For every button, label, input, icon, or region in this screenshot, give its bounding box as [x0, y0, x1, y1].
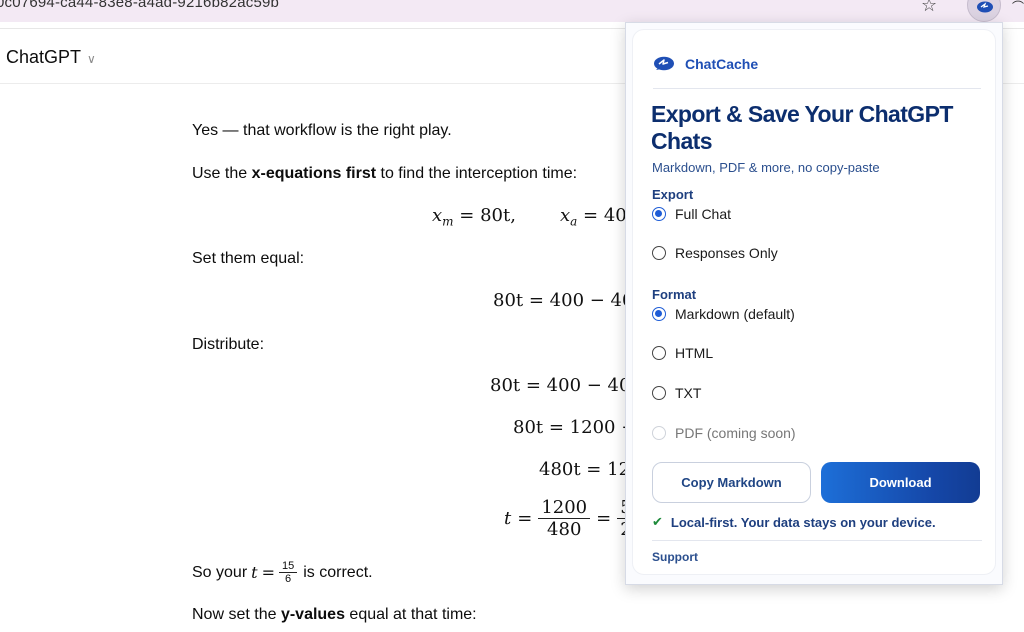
- equation-xm: xm = 80t,: [432, 205, 516, 229]
- radio-button[interactable]: [652, 386, 666, 400]
- brand-name: ChatCache: [685, 56, 759, 72]
- checkmark-icon: ✔: [652, 514, 663, 529]
- divider: [653, 88, 981, 89]
- download-button[interactable]: Download: [821, 462, 980, 503]
- radio-label: PDF (coming soon): [675, 425, 796, 441]
- popup-subtitle: Markdown, PDF & more, no copy-paste: [652, 160, 880, 175]
- text-span: Now set the: [192, 606, 281, 623]
- url-text[interactable]: 0c07694-ca44-83e8-a4ad-9216b82ac59b: [0, 0, 279, 11]
- radio-label: Responses Only: [675, 245, 778, 261]
- support-link[interactable]: Support: [652, 550, 698, 564]
- radio-button[interactable]: [652, 246, 666, 260]
- brand-row: ChatCache: [653, 56, 758, 72]
- model-picker[interactable]: ChatGPT ∨: [6, 47, 96, 68]
- text-span: So your: [192, 563, 248, 581]
- numerator: 15: [278, 560, 298, 573]
- profile-icon[interactable]: ⌒: [1012, 0, 1024, 15]
- radio-markdown[interactable]: Markdown (default): [652, 306, 795, 322]
- chat-paragraph: Yes — that workflow is the right play.: [192, 122, 452, 139]
- radio-html[interactable]: HTML: [652, 345, 713, 361]
- text-span: is correct.: [303, 563, 373, 581]
- numerator: 1200: [538, 497, 591, 519]
- bold-text: x-equations first: [251, 165, 377, 182]
- chat-paragraph: Set them equal:: [192, 250, 305, 267]
- t-variable: t: [251, 563, 258, 582]
- radio-button: [652, 426, 666, 440]
- star-icon[interactable]: ☆: [921, 0, 937, 16]
- chat-paragraph: Distribute:: [192, 336, 265, 353]
- eq-value: 80t,: [480, 205, 516, 226]
- divider: [652, 540, 982, 541]
- fraction: 1200 480: [538, 497, 591, 540]
- chatcache-popup: ChatCache Export & Save Your ChatGPT Cha…: [625, 22, 1003, 585]
- chevron-down-icon: ∨: [87, 51, 96, 66]
- radio-txt[interactable]: TXT: [652, 385, 701, 401]
- radio-full-chat[interactable]: Full Chat: [652, 206, 731, 222]
- chat-paragraph: Now set the y-values equal at that time:: [192, 606, 477, 624]
- chatcache-icon: [977, 1, 993, 13]
- copy-markdown-button[interactable]: Copy Markdown: [652, 462, 811, 503]
- radio-button[interactable]: [652, 346, 666, 360]
- format-section-label: Format: [652, 287, 697, 302]
- text-span: equal at that time:: [344, 606, 477, 623]
- local-note-text: Local-first. Your data stays on your dev…: [670, 514, 936, 530]
- radio-label: Markdown (default): [675, 306, 795, 322]
- chat-paragraph: So your t = 15 6 is correct.: [192, 560, 373, 585]
- equation-xa: xa = 40: [560, 205, 627, 229]
- equation-set-equal: 80t = 400 − 400: [493, 290, 645, 311]
- radio-label: HTML: [675, 345, 714, 361]
- text-span: Use the: [192, 165, 252, 182]
- radio-button[interactable]: [652, 307, 666, 321]
- radio-button[interactable]: [652, 207, 666, 221]
- model-label: ChatGPT: [6, 47, 82, 67]
- equation-combine: 80t = 1200 −: [513, 417, 637, 438]
- popup-title: Export & Save Your ChatGPT Chats: [651, 101, 953, 154]
- export-section-label: Export: [652, 187, 694, 202]
- chat-paragraph: Use the x-equations first to find the in…: [192, 165, 577, 183]
- denominator: 6: [285, 573, 292, 585]
- equation-distribute: 80t = 400 − 400: [490, 375, 642, 396]
- fraction: 15 6: [278, 560, 298, 585]
- radio-pdf: PDF (coming soon): [652, 425, 796, 441]
- eq-value: = 40: [583, 205, 627, 226]
- radio-responses-only[interactable]: Responses Only: [652, 245, 778, 261]
- denominator: 480: [547, 519, 582, 540]
- radio-label: TXT: [675, 385, 702, 401]
- extension-button[interactable]: [967, 0, 1001, 22]
- radio-label: Full Chat: [675, 206, 732, 222]
- bold-text: y-values: [280, 606, 345, 623]
- local-first-note: ✔ Local-first. Your data stays on your d…: [652, 514, 936, 530]
- equation-solve-t: t = 1200 480 = 5 2: [504, 497, 635, 540]
- chatcache-logo-icon: [654, 56, 674, 71]
- popup-card: ChatCache Export & Save Your ChatGPT Cha…: [632, 29, 996, 575]
- text-span: to find the interception time:: [376, 165, 578, 182]
- browser-url-bar[interactable]: 0c07694-ca44-83e8-a4ad-9216b82ac59b ☆ ⌒: [0, 0, 1024, 22]
